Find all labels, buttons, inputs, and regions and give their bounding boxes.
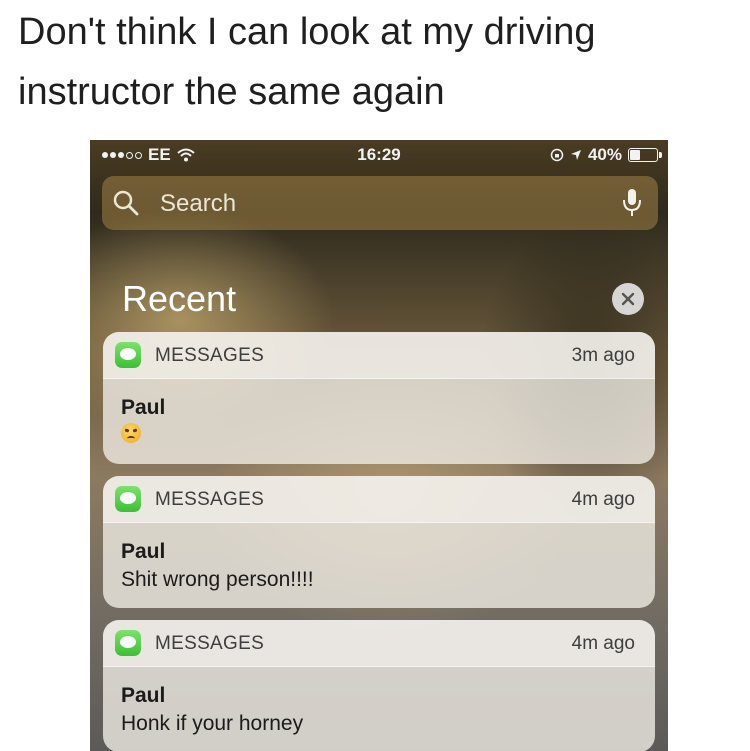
caption-line-2: instructor the same again <box>18 71 445 113</box>
status-bar: EE 16:29 40% <box>90 140 668 170</box>
meme-caption: Don't think I can look at my driving ins… <box>18 2 738 122</box>
phone-screenshot: EE 16:29 40% Search Recent MESSAGES 3m a… <box>90 140 668 751</box>
notification-sender: Paul <box>121 396 166 419</box>
battery-percent: 40% <box>587 145 622 164</box>
notification-card[interactable]: MESSAGES 4m ago Paul Shit wrong person!!… <box>103 476 655 608</box>
search-bar[interactable]: Search <box>102 176 658 230</box>
notification-time: 3m ago <box>571 345 635 366</box>
notification-header: MESSAGES 4m ago <box>103 620 655 667</box>
notification-card[interactable]: MESSAGES 4m ago Paul Honk if your horney <box>103 620 655 751</box>
location-arrow-icon <box>570 150 581 160</box>
notification-app-name: MESSAGES <box>155 633 265 654</box>
notification-header: MESSAGES 4m ago <box>103 476 655 523</box>
caption-line-1: Don't think I can look at my driving <box>18 11 596 53</box>
messages-app-icon <box>115 486 141 512</box>
notification-header: MESSAGES 3m ago <box>103 332 655 379</box>
notification-message: Honk if your horney <box>121 712 304 735</box>
close-icon <box>621 292 635 306</box>
messages-app-icon <box>115 342 141 368</box>
notification-message: Shit wrong person!!!! <box>121 568 314 591</box>
search-input[interactable]: Search <box>160 190 236 218</box>
notification-app-name: MESSAGES <box>155 345 265 366</box>
recent-heading: Recent <box>122 278 237 319</box>
notification-sender: Paul <box>121 684 166 707</box>
lock-rotation-icon <box>550 148 564 162</box>
notification-app-name: MESSAGES <box>155 489 265 510</box>
notification-time: 4m ago <box>571 489 635 510</box>
clear-notifications-button[interactable] <box>612 283 644 315</box>
notification-sender: Paul <box>121 540 166 563</box>
search-icon <box>113 190 139 216</box>
microphone-icon[interactable] <box>622 188 642 218</box>
angry-face-emoji-icon <box>121 423 141 443</box>
messages-app-icon <box>115 630 141 656</box>
notification-time: 4m ago <box>571 633 635 654</box>
battery-icon <box>628 148 662 162</box>
notification-card[interactable]: MESSAGES 3m ago Paul <box>103 332 655 464</box>
